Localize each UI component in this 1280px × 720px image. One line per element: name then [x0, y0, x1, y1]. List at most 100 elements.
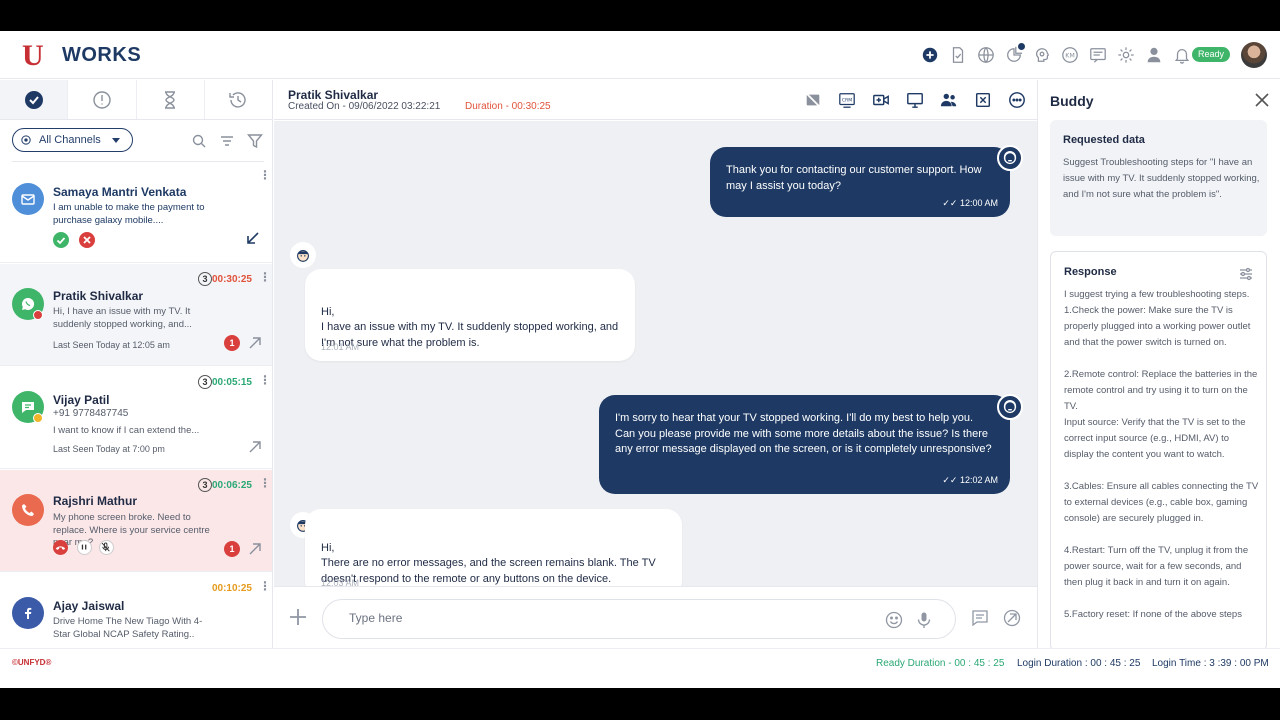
more-options-icon[interactable]: ⋮ [259, 374, 271, 386]
tab-history[interactable] [205, 80, 272, 119]
message-preview: I want to know if I can extend the... [53, 425, 200, 436]
globe-icon[interactable] [976, 45, 996, 65]
transfer-count: 3 [198, 478, 212, 492]
gear-icon[interactable] [1116, 45, 1136, 65]
brand-name: WORKS [62, 44, 142, 66]
conversation-timer: 00:06:25 [211, 480, 252, 491]
screen-share-icon[interactable] [905, 91, 925, 109]
more-options-icon[interactable]: ⋮ [259, 271, 271, 283]
unread-badge: 1 [224, 541, 240, 557]
history-icon [229, 91, 247, 108]
login-time: Login Time : 3 :39 : 00 PM [1152, 658, 1269, 669]
km-icon[interactable]: KM [1060, 45, 1080, 65]
conversation-item[interactable]: 3 00:05:15 ⋮ Vijay Patil +91 9778487745 … [0, 367, 272, 469]
close-chat-icon[interactable] [973, 91, 993, 109]
top-bar: U WORKS KM Ready [0, 31, 1280, 79]
sort-icon[interactable] [219, 133, 235, 149]
video-off-icon[interactable] [803, 91, 823, 109]
response-title: Response [1064, 266, 1117, 278]
agent-icon[interactable] [1144, 45, 1164, 65]
last-seen: Last Seen Today at 12:05 am [53, 340, 170, 350]
transfer-count: 3 [198, 272, 212, 286]
app-window: U WORKS KM Ready All Channels ⋮ Samaya M… [0, 31, 1280, 688]
tab-active[interactable] [0, 80, 69, 119]
conference-icon[interactable] [939, 91, 959, 109]
accept-button[interactable] [53, 232, 69, 248]
channel-icon [21, 135, 31, 145]
message-input[interactable] [349, 611, 849, 625]
conversation-timer: 00:30:25 [211, 274, 252, 285]
brain-icon[interactable] [1032, 45, 1052, 65]
more-options-icon[interactable]: ⋮ [259, 477, 271, 489]
message-text: I'm sorry to hear that your TV stopped w… [615, 412, 992, 455]
conversation-timer: 00:05:15 [211, 377, 252, 388]
close-icon[interactable] [1254, 92, 1270, 108]
hangup-button[interactable] [53, 540, 68, 555]
search-icon[interactable] [191, 133, 207, 149]
conversation-item[interactable]: 3 00:30:25 ⋮ Pratik Shivalkar Hi, I have… [0, 264, 272, 366]
buddy-panel: Buddy Requested data Suggest Troubleshoo… [1037, 80, 1280, 651]
created-on: Created On - 09/06/2022 03:22:21 [288, 101, 441, 112]
more-options-icon[interactable]: ⋮ [259, 580, 271, 592]
tab-waiting[interactable] [137, 80, 205, 119]
video-call-icon[interactable] [871, 91, 891, 109]
user-avatar[interactable] [1241, 42, 1267, 68]
chat-duration: Duration - 00:30:25 [465, 101, 551, 112]
pie-chart-icon[interactable] [1004, 43, 1025, 65]
channel-filter-dropdown[interactable]: All Channels [12, 128, 133, 152]
settings-sliders-icon[interactable] [1238, 266, 1254, 282]
status-toggle[interactable]: Ready [1192, 47, 1230, 62]
reject-button[interactable] [79, 232, 95, 248]
conversation-item[interactable]: 3 00:06:25 ⋮ Rajshri Mathur My phone scr… [0, 470, 272, 572]
more-icon[interactable] [1007, 91, 1027, 109]
contact-name: Rajshri Mathur [53, 494, 138, 508]
phone-channel-icon [12, 494, 44, 526]
chat-customer-name: Pratik Shivalkar [288, 88, 379, 102]
agent-message: Thank you for contacting our customer su… [710, 147, 1010, 217]
send-icon[interactable] [1003, 609, 1021, 627]
message-thread: Thank you for contacting our customer su… [274, 121, 1037, 597]
message-time: 12:01 AM [321, 341, 360, 352]
message-board-icon[interactable] [1088, 45, 1108, 65]
contact-name: Samaya Mantri Venkata [53, 185, 187, 199]
conversation-item[interactable]: ⋮ Samaya Mantri Venkata I am unable to m… [0, 162, 272, 263]
mute-button[interactable] [99, 540, 114, 555]
chevron-down-icon [112, 137, 120, 143]
facebook-channel-icon [12, 597, 44, 629]
canned-response-icon[interactable] [971, 609, 989, 627]
bell-icon[interactable] [1172, 45, 1192, 65]
microphone-icon[interactable] [915, 611, 933, 629]
outgoing-arrow-icon [249, 337, 261, 349]
alert-circle-icon [93, 90, 111, 109]
conversation-item[interactable]: 00:10:25 ⋮ Ajay Jaiswal Drive Home The N… [0, 573, 272, 648]
agent-message: I'm sorry to hear that your TV stopped w… [599, 395, 1010, 494]
status-footer: ©UNFYD® Ready Duration - 00 : 45 : 25 Lo… [0, 648, 1280, 688]
chat-header: Pratik Shivalkar Created On - 09/06/2022… [274, 80, 1037, 120]
conversation-list-panel: All Channels ⋮ Samaya Mantri Venkata I a… [0, 80, 273, 648]
emoji-icon[interactable] [885, 611, 903, 629]
requested-data-title: Requested data [1063, 134, 1145, 146]
login-duration: Login Duration : 00 : 45 : 25 [1017, 658, 1141, 669]
more-options-icon[interactable]: ⋮ [259, 169, 271, 181]
message-text: Hi, There are no error messages, and the… [321, 541, 656, 585]
tab-alerts[interactable] [68, 80, 137, 119]
message-text: Thank you for contacting our customer su… [726, 164, 982, 192]
contact-name: Pratik Shivalkar [53, 289, 144, 303]
hold-button[interactable] [77, 540, 92, 555]
check-circle-icon [24, 90, 43, 109]
document-check-icon[interactable] [948, 45, 968, 65]
filter-row: All Channels [0, 120, 272, 162]
crm-icon[interactable]: CRM [837, 91, 857, 109]
header-toolbar: KM [920, 43, 1192, 65]
message-time: ✓✓ 12:00 AM [942, 197, 998, 208]
filter-icon[interactable] [247, 133, 263, 149]
buddy-title: Buddy [1050, 93, 1094, 109]
message-time: ✓✓ 12:02 AM [942, 474, 998, 485]
requested-data-text: Suggest Troubleshooting steps for "I hav… [1063, 157, 1260, 200]
customer-avatar-icon [290, 242, 316, 268]
ready-duration: Ready Duration - 00 : 45 : 25 [876, 658, 1005, 669]
plus-circle-icon[interactable] [920, 45, 940, 65]
customer-message: Hi, There are no error messages, and the… [305, 509, 682, 597]
attach-plus-icon[interactable] [288, 607, 308, 627]
email-channel-icon [12, 183, 44, 215]
